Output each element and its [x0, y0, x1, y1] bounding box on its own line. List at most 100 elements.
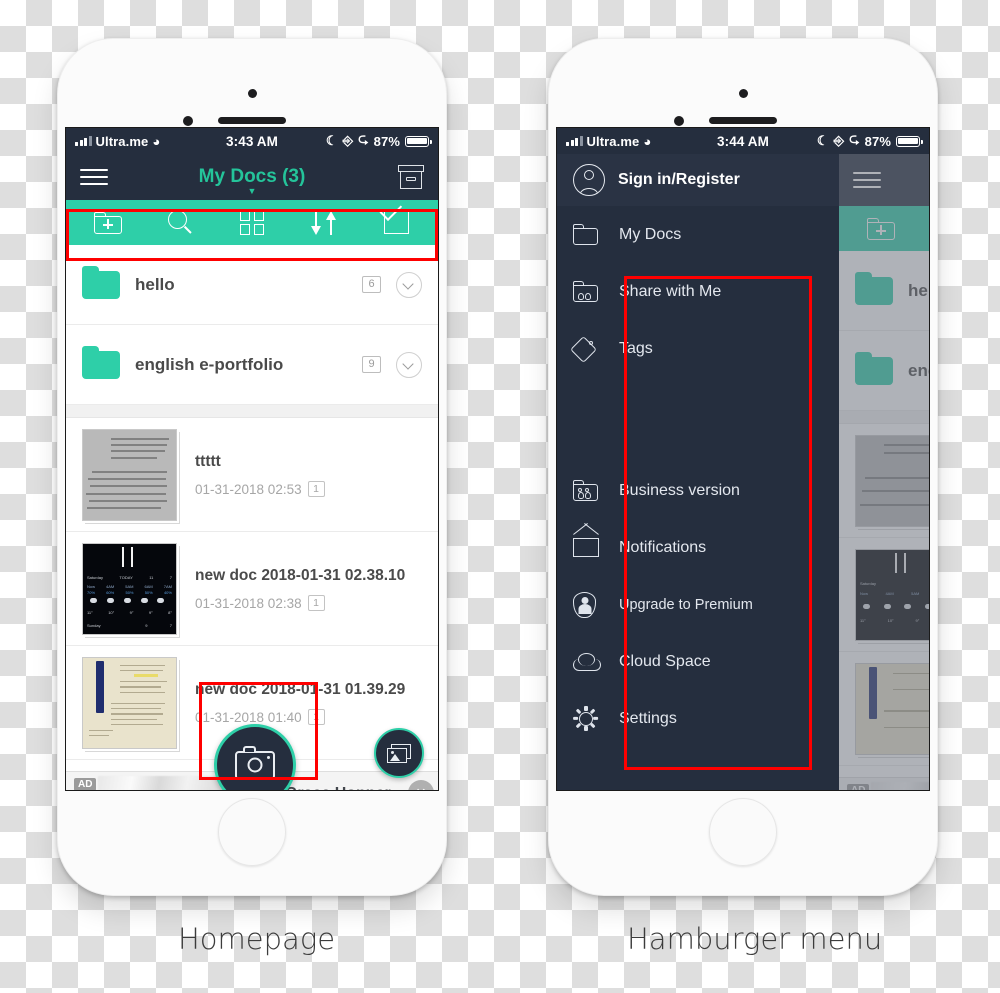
battery-icon [405, 135, 432, 147]
document-meta: 01-31-2018 02:38 1 [195, 595, 422, 612]
menu-item-upgrade-to-premium[interactable]: Upgrade to Premium [557, 576, 839, 633]
menu-item-label: Share with Me [619, 282, 722, 300]
wifi-icon: ◕ [643, 133, 652, 149]
signal-bars-icon [75, 136, 92, 146]
home-button[interactable] [218, 798, 286, 866]
battery-percent: 87% [373, 133, 400, 149]
caption-homepage: Homepage [178, 922, 336, 956]
menu-item-notifications[interactable]: Notifications [557, 519, 839, 576]
document-title: new doc 2018-01-31 02.38.10 [195, 566, 406, 584]
bluetooth-icon: ⮎ [358, 131, 369, 146]
camera-icon [235, 745, 275, 780]
dimmed-homepage-peek[interactable]: hello english e-portfolio [839, 154, 929, 790]
gallery-fab[interactable] [374, 728, 424, 778]
document-thumbnail [82, 428, 177, 521]
battery-percent: 87% [864, 133, 891, 149]
cloud-icon [573, 652, 607, 671]
folder-icon [82, 265, 120, 299]
expand-chevron-icon[interactable] [396, 271, 422, 298]
menu-item-label: Tags [619, 339, 653, 357]
archive-box-icon[interactable] [398, 165, 424, 189]
document-row[interactable]: ttttt 01-31-2018 02:53 1 [66, 418, 438, 532]
document-meta: 01-31-2018 01:40 1 [195, 709, 422, 726]
earpiece-speaker [709, 117, 777, 124]
battery-icon [896, 135, 923, 147]
folder-count-badge: 9 [362, 356, 381, 373]
action-toolbar [66, 198, 438, 245]
document-thumbnail [82, 656, 177, 749]
sign-in-label: Sign in/Register [618, 171, 740, 188]
signal-bars-icon [566, 136, 583, 146]
ad-badge: AD [74, 778, 97, 790]
earpiece-speaker [218, 117, 286, 124]
document-title: new doc 2018-01-31 01.39.29 [195, 680, 406, 698]
grid-view-icon[interactable] [232, 207, 272, 239]
page-count-badge: 1 [307, 481, 325, 498]
select-all-icon[interactable] [376, 198, 416, 239]
tag-icon [570, 335, 607, 363]
menu-gap [557, 377, 839, 462]
premium-shield-icon [573, 591, 607, 618]
scrim-overlay[interactable] [839, 154, 929, 790]
phone1-screen: Ultra.me ◕ 3:43 AM ☾ ⎆ ⮎ 87% My Docs (3)… [66, 128, 438, 790]
status-time: 3:44 AM [717, 133, 769, 149]
document-date: 01-31-2018 01:40 [195, 709, 302, 725]
document-meta: 01-31-2018 02:53 1 [195, 481, 422, 498]
status-bar: Ultra.me ◕ 3:43 AM ☾ ⎆ ⮎ 87% [66, 128, 438, 154]
folder-row[interactable]: english e-portfolio 9 [66, 325, 438, 405]
folder-row[interactable]: hello 6 [66, 245, 438, 325]
carrier-name: Ultra.me [95, 133, 149, 149]
menu-item-tags[interactable]: Tags [557, 320, 839, 377]
menu-item-my-docs[interactable]: My Docs [557, 206, 839, 263]
page-title: My Docs (3) [198, 166, 306, 187]
status-time: 3:43 AM [226, 133, 278, 149]
search-icon[interactable] [160, 207, 200, 239]
menu-item-label: Notifications [619, 538, 707, 556]
close-icon[interactable]: × [408, 780, 434, 790]
rotation-lock-icon: ⎆ [342, 133, 354, 148]
document-title: ttttt [195, 452, 221, 470]
menu-item-label: Upgrade to Premium [619, 596, 753, 613]
folder-name: hello [135, 274, 175, 294]
moon-icon: ☾ [816, 133, 829, 148]
document-row[interactable]: Saturday TODAY 11 7 Now 4AM 5AM 6AM 7AM 70% 60% 5… [66, 532, 438, 646]
expand-chevron-icon[interactable] [396, 351, 422, 378]
navigation-drawer: Sign in/Register My Docs Share with Me T… [557, 154, 839, 790]
images-icon [387, 743, 411, 763]
phone2-screen: Ultra.me ◕ 3:44 AM ☾ ⎆ ⮎ 87% Sign in/Reg… [557, 128, 929, 790]
front-camera-dot [248, 89, 257, 98]
folder-count-badge: 6 [362, 276, 381, 293]
drawer-account-header[interactable]: Sign in/Register [557, 154, 839, 206]
folder-icon [573, 224, 607, 245]
rotation-lock-icon: ⎆ [833, 133, 845, 148]
document-date: 01-31-2018 02:38 [195, 595, 302, 611]
new-folder-icon[interactable] [88, 207, 128, 239]
home-button[interactable] [709, 798, 777, 866]
moon-icon: ☾ [325, 133, 338, 148]
menu-item-label: Business version [619, 481, 740, 499]
proximity-sensor-dot [183, 116, 193, 126]
bluetooth-icon: ⮎ [849, 131, 860, 146]
envelope-icon [573, 538, 607, 557]
folder-icon [82, 345, 120, 379]
list-section-divider [66, 405, 438, 418]
menu-item-share-with-me[interactable]: Share with Me [557, 263, 839, 320]
drawer-menu-list: My Docs Share with Me Tags Business vers… [557, 206, 839, 790]
hamburger-icon[interactable] [80, 168, 108, 186]
document-date: 01-31-2018 02:53 [195, 481, 302, 497]
gear-icon [573, 706, 607, 732]
caption-hamburger-menu: Hamburger menu [627, 922, 883, 956]
chevron-down-icon[interactable]: ▼ [66, 186, 438, 196]
menu-item-business-version[interactable]: Business version [557, 462, 839, 519]
menu-item-label: My Docs [619, 225, 682, 243]
app-nav-bar: My Docs (3) ▼ [66, 154, 438, 200]
page-count-badge: 1 [307, 595, 325, 612]
menu-item-settings[interactable]: Settings [557, 690, 839, 747]
menu-item-cloud-space[interactable]: Cloud Space [557, 633, 839, 690]
document-list[interactable]: hello 6 english e-portfolio 9 ttttt 01-3… [66, 245, 438, 790]
sort-icon[interactable] [304, 207, 344, 239]
carrier-name: Ultra.me [586, 133, 640, 149]
document-thumbnail: Saturday TODAY 11 7 Now 4AM 5AM 6AM 7AM 70% 60% 5… [82, 542, 177, 635]
phone-device-hamburger-menu: Ultra.me ◕ 3:44 AM ☾ ⎆ ⮎ 87% Sign in/Reg… [548, 38, 938, 896]
folder-name: english e-portfolio [135, 354, 284, 374]
